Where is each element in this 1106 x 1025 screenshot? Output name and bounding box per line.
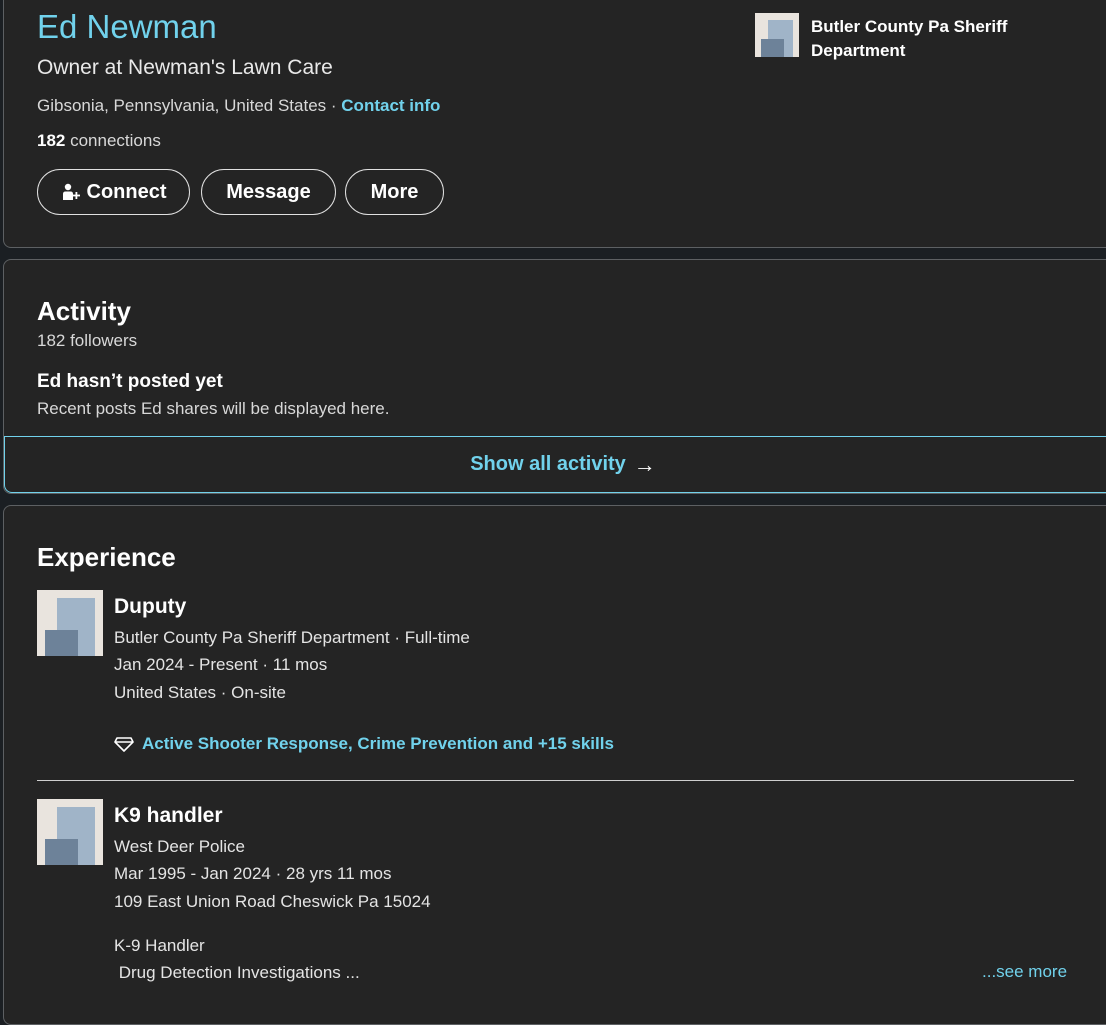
experience-item-location: 109 East Union Road Cheswick Pa 15024 bbox=[114, 892, 431, 911]
experience-title: Experience bbox=[37, 542, 176, 572]
connect-button[interactable]: Connect bbox=[37, 169, 190, 215]
contact-info-link[interactable]: Contact info bbox=[341, 96, 440, 115]
company-logo-icon[interactable] bbox=[37, 799, 103, 865]
experience-item-company: West Deer Police bbox=[114, 837, 246, 856]
experience-item-dates: Jan 2024 - Present · 11 mos bbox=[114, 655, 328, 674]
profile-location: Gibsonia, Pennsylvania, United States · … bbox=[37, 96, 440, 116]
skills-label: Active Shooter Response, Crime Preventio… bbox=[142, 734, 614, 753]
company-logo-icon[interactable] bbox=[755, 13, 799, 57]
experience-item-location: United States · On-site bbox=[114, 683, 286, 702]
experience-item-description: K-9 Handler bbox=[114, 936, 205, 955]
message-label: Message bbox=[226, 180, 311, 203]
current-company-link[interactable]: Butler County Pa Sheriff Department bbox=[811, 15, 1041, 63]
experience-card: Experience Duputy Butler County Pa Sheri… bbox=[3, 505, 1106, 1025]
connections-count[interactable]: 182 connections bbox=[37, 131, 161, 151]
experience-item-company: Butler County Pa Sheriff Department · Fu… bbox=[114, 628, 470, 647]
more-label: More bbox=[370, 180, 419, 203]
show-all-activity-label: Show all activity bbox=[470, 453, 626, 475]
see-more-link[interactable]: ...see more bbox=[982, 962, 1067, 982]
no-posts-title: Ed hasn’t posted yet bbox=[37, 371, 223, 392]
experience-item-title[interactable]: Duputy bbox=[114, 595, 186, 619]
experience-divider bbox=[37, 780, 1074, 781]
connect-label: Connect bbox=[86, 180, 167, 203]
followers-count: 182 followers bbox=[37, 331, 138, 350]
diamond-icon bbox=[114, 737, 134, 752]
connections-number: 182 bbox=[37, 131, 66, 150]
experience-skills-link[interactable]: Active Shooter Response, Crime Preventio… bbox=[114, 734, 614, 754]
arrow-right-icon: → bbox=[633, 451, 656, 477]
activity-card: Activity 182 followers Ed hasn’t posted … bbox=[3, 259, 1106, 494]
experience-item-description: Drug Detection Investigations ... bbox=[114, 963, 360, 982]
more-button[interactable]: More bbox=[345, 169, 444, 215]
profile-intro-card: Ed Newman Owner at Newman's Lawn Care Gi… bbox=[3, 0, 1106, 248]
experience-item-dates: Mar 1995 - Jan 2024 · 28 yrs 11 mos bbox=[114, 864, 392, 883]
location-separator: · bbox=[326, 96, 342, 115]
experience-item-title[interactable]: K9 handler bbox=[114, 804, 223, 828]
activity-title: Activity bbox=[37, 296, 131, 326]
profile-name: Ed Newman bbox=[37, 8, 217, 45]
profile-headline: Owner at Newman's Lawn Care bbox=[37, 56, 333, 79]
message-button[interactable]: Message bbox=[201, 169, 336, 215]
location-text: Gibsonia, Pennsylvania, United States bbox=[37, 96, 327, 115]
connections-label: connections bbox=[65, 131, 161, 150]
show-all-activity-button[interactable]: Show all activity → bbox=[4, 436, 1106, 493]
company-logo-icon[interactable] bbox=[37, 590, 103, 656]
add-person-icon bbox=[62, 183, 80, 200]
no-posts-description: Recent posts Ed shares will be displayed… bbox=[37, 399, 390, 418]
